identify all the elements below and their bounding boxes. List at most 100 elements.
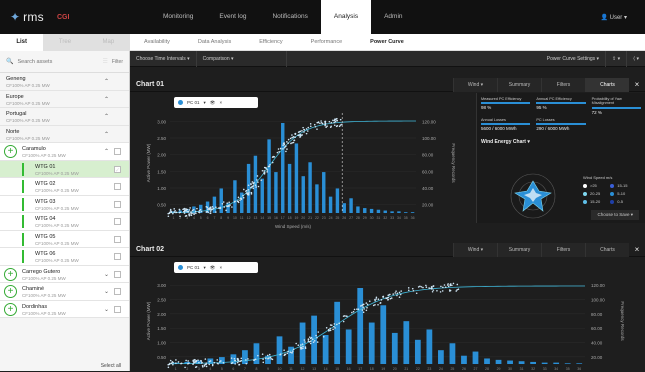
filter-label[interactable]: Filter — [112, 59, 123, 65]
chevron-icon[interactable]: ⌃ — [104, 131, 109, 138]
y-axis-label: Active Power (MW) — [146, 301, 151, 340]
tree-item[interactable]: WTG 02 CF100% AP 0.25 MW — [0, 178, 129, 196]
tree-item-meta: CF100% AP 0.25 MW — [22, 293, 66, 298]
bar — [472, 351, 479, 364]
subnav-efficiency[interactable]: Efficiency — [245, 39, 296, 45]
scatter-point — [328, 120, 331, 123]
tab-filters[interactable]: Filters — [541, 242, 585, 257]
download-icon[interactable]: ⇪ ▾ — [606, 50, 628, 67]
bar — [308, 162, 312, 213]
scatter-point — [329, 327, 331, 330]
tab-tree[interactable]: Tree — [43, 34, 87, 51]
tree-item[interactable]: Norte CF100% AP 0.25 MW ⌃ — [0, 125, 129, 143]
scatter-point — [447, 285, 450, 288]
checkbox[interactable] — [114, 200, 121, 208]
tree-item[interactable]: Europe CF100% AP 0.25 MW ⌃ — [0, 90, 129, 108]
scatter-point — [248, 191, 250, 193]
tab-list[interactable]: List — [0, 34, 44, 51]
close-icon[interactable]: × — [629, 245, 645, 254]
add-icon[interactable]: + — [4, 267, 17, 281]
tree-item[interactable]: WTG 03 CF100% AP 0.25 MW — [0, 195, 129, 213]
chevron-icon[interactable]: ⌃ — [104, 96, 109, 103]
chart-title: Chart 02 — [136, 246, 165, 253]
x-tick-label: 7 — [244, 367, 246, 371]
tab-charts[interactable]: Charts — [585, 242, 629, 257]
scatter-point — [362, 311, 365, 314]
comparison-dropdown[interactable]: Comparison ▾ — [197, 50, 287, 67]
nav-admin[interactable]: Admin — [371, 0, 415, 34]
tree-item[interactable]: WTG 01 CF100% AP 0.25 MW ✓ — [0, 160, 129, 178]
tab-summary[interactable]: Summary — [497, 77, 541, 92]
chevron-icon[interactable]: ⌄ — [104, 288, 109, 295]
select-all[interactable]: Select all — [101, 363, 121, 369]
tree-item[interactable]: Portugal CF100% AP 0.25 MW ⌃ — [0, 108, 129, 126]
checkbox[interactable] — [114, 235, 121, 243]
y2-axis-label: Frequency Records — [620, 301, 625, 341]
tree-item[interactable]: WTG 04 CF100% AP 0.25 MW — [0, 213, 129, 231]
checkbox[interactable] — [114, 253, 121, 260]
checkbox[interactable] — [114, 218, 121, 225]
bar — [403, 321, 410, 364]
x-tick-label: 20 — [301, 216, 305, 220]
kpi-bar — [536, 123, 586, 126]
x-tick-label: 8 — [255, 367, 257, 371]
checkbox[interactable] — [114, 183, 121, 190]
wind-dropdown[interactable]: Wind ▾ — [453, 77, 497, 92]
checkbox[interactable] — [114, 148, 121, 155]
tab-charts[interactable]: Charts — [585, 77, 629, 92]
tree-item[interactable]: Geneng CF100% AP 0.25 MW ⌃ — [0, 73, 129, 91]
add-icon[interactable]: + — [4, 145, 17, 158]
checkbox[interactable] — [114, 305, 121, 313]
wind-chart-title[interactable]: Wind Energy Chart ▾ — [481, 139, 641, 145]
x-tick-label: 29 — [497, 367, 501, 371]
tab-summary[interactable]: Summary — [497, 242, 541, 257]
tab-filters[interactable]: Filters — [541, 77, 585, 92]
tree-item[interactable]: + Chaminé CF100% AP 0.25 MW ⌄ — [0, 283, 129, 301]
time-intervals-dropdown[interactable]: Choose Time Intervals ▾ — [130, 50, 197, 67]
wind-dropdown[interactable]: Wind ▾ — [453, 242, 497, 257]
chevron-icon[interactable]: ⌃ — [104, 113, 109, 120]
search-input[interactable] — [17, 58, 99, 65]
scatter-point — [188, 213, 191, 215]
user-menu[interactable]: 👤 User ▾ — [600, 14, 627, 21]
nav-monitoring[interactable]: Monitoring — [150, 0, 206, 34]
nav-notifications[interactable]: Notifications — [259, 0, 320, 34]
scatter-point — [286, 141, 288, 143]
scatter-point — [338, 322, 341, 325]
chevron-icon[interactable]: ⌃ — [104, 148, 109, 155]
scatter-point — [206, 206, 209, 209]
nav-event-log[interactable]: Event log — [206, 0, 259, 34]
checkbox[interactable]: ✓ — [114, 165, 121, 174]
tab-map[interactable]: Map — [86, 34, 130, 51]
legend-item: >25 — [583, 183, 600, 188]
subnav-performance[interactable]: Performance — [297, 39, 357, 45]
add-icon[interactable]: + — [4, 302, 17, 316]
tree-item[interactable]: + Dordinhas CF100% AP 0.25 MW ⌄ — [0, 300, 129, 318]
subnav-data-analysis[interactable]: Data Analysis — [184, 39, 245, 45]
tree-item[interactable]: WTG 05 CF100% AP 0.25 MW — [0, 230, 129, 248]
scatter-point — [432, 289, 435, 291]
chevron-icon[interactable]: ⌄ — [104, 271, 109, 278]
scatter-point — [283, 354, 286, 357]
nav-analysis[interactable]: Analysis — [320, 0, 372, 34]
chevron-icon[interactable]: ⌄ — [104, 306, 109, 313]
chevron-icon[interactable]: ⌃ — [104, 78, 109, 85]
choose-to-save-button[interactable]: Choose to Save ▾ — [591, 210, 639, 220]
y-tick-label: 2.00 — [157, 312, 166, 317]
share-icon[interactable]: ⟨ ▾ — [627, 51, 645, 67]
subnav-power-curve[interactable]: Power Curve — [356, 39, 418, 45]
scatter-point — [230, 357, 233, 359]
bar — [391, 332, 398, 364]
scatter-point — [365, 309, 368, 312]
subnav-availability[interactable]: Availability — [130, 39, 184, 45]
power-curve-settings[interactable]: Power Curve Settings ▾ — [541, 50, 607, 67]
filter-icon[interactable]: ☰ — [102, 58, 107, 65]
add-icon[interactable]: + — [4, 285, 17, 298]
tree-item[interactable]: + Carrego Gutero CF100% AP 0.25 MW ⌄ — [0, 265, 129, 283]
close-icon[interactable]: × — [629, 80, 645, 89]
scatter-point — [169, 359, 172, 362]
checkbox[interactable] — [114, 270, 121, 278]
tree-item[interactable]: WTG 06 CF100% AP 0.25 MW — [0, 248, 129, 266]
tree-item[interactable]: + Caramulo CF100% AP 0.25 MW ⌃ — [0, 143, 129, 161]
checkbox[interactable] — [114, 288, 121, 295]
